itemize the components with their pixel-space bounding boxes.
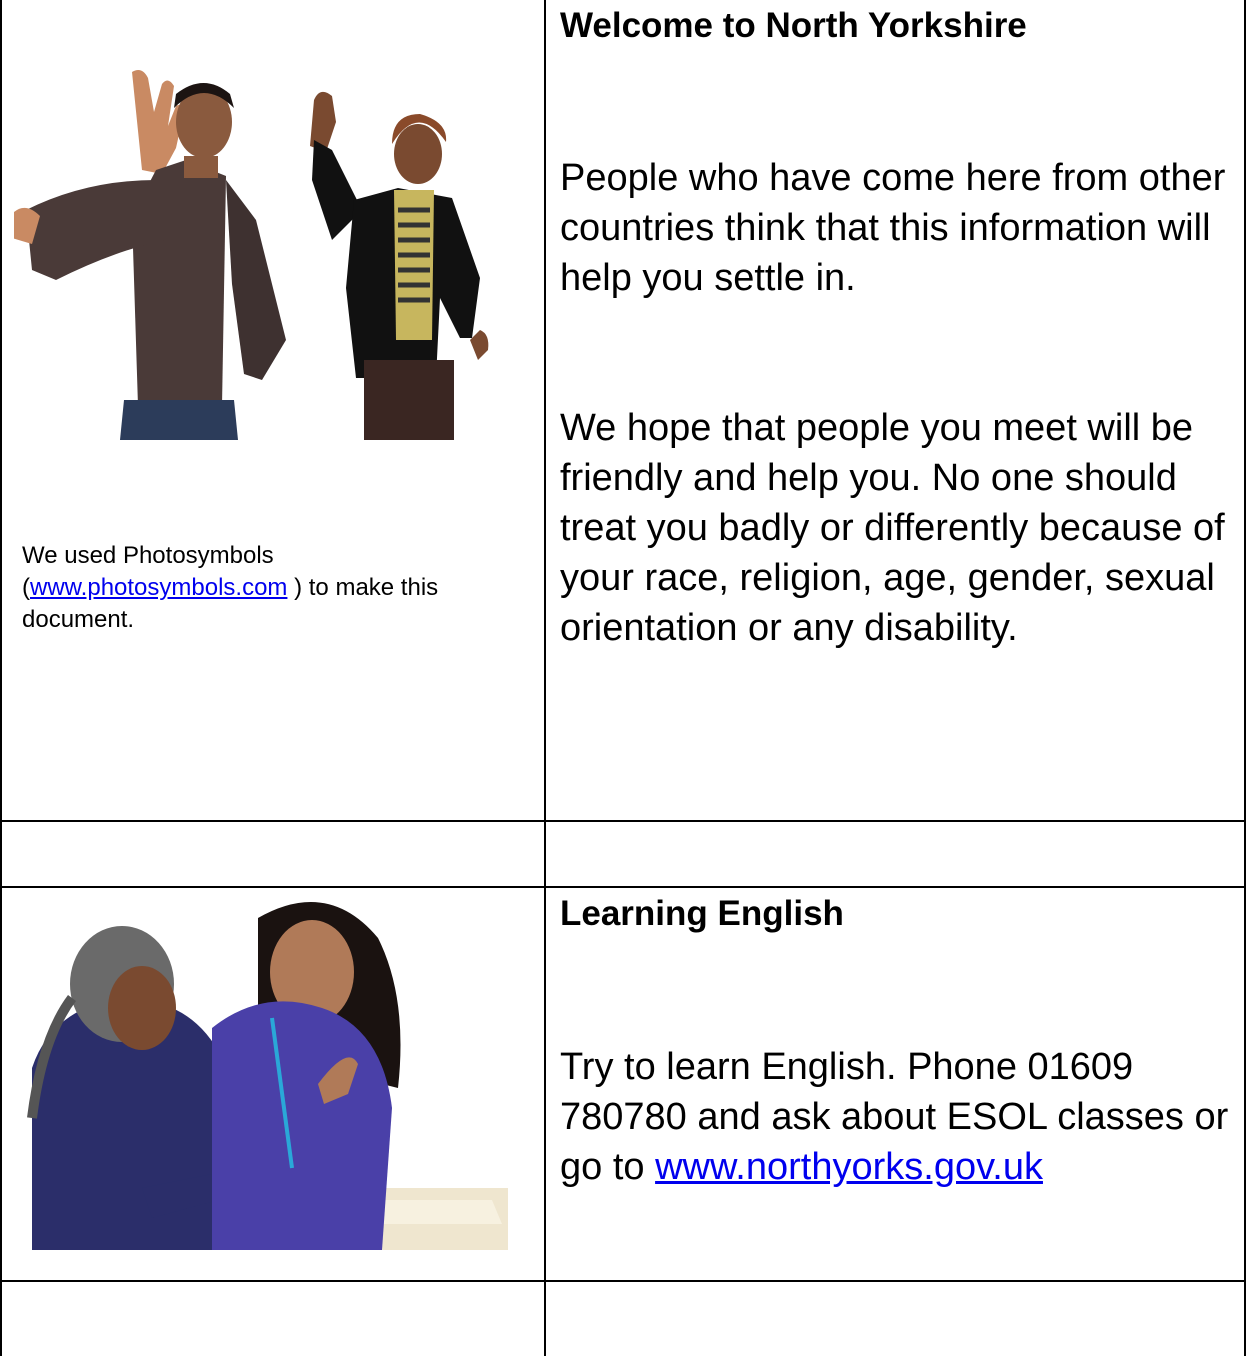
photo-people-waving (14, 60, 526, 440)
table-border-middle (544, 0, 546, 1356)
man-waving-figure (14, 70, 286, 440)
table-border-left (0, 0, 2, 1356)
people-waving-illustration (14, 70, 489, 440)
paragraph-settle-in: People who have come here from other cou… (560, 157, 1226, 299)
photosymbols-link[interactable]: www.photosymbols.com (30, 574, 287, 601)
table-border-row1-bottom (0, 820, 1246, 822)
caption-text-before: We used Photosymbols (22, 542, 274, 569)
woman-waving-figure (310, 91, 489, 440)
photosymbols-caption: We used Photosymbols (www.photosymbols.c… (22, 540, 532, 636)
younger-woman-figure (212, 902, 401, 1250)
section-heading-learning-english: Learning English (560, 894, 844, 933)
women-talking-illustration (27, 902, 508, 1250)
table-border-row3-bottom (0, 1280, 1246, 1282)
photo-women-talking (22, 888, 508, 1250)
paragraph-learn-english: Try to learn English. Phone 01609 780780… (560, 1042, 1240, 1192)
caption-open-paren: ( (22, 574, 30, 601)
section-heading-welcome: Welcome to North Yorkshire (560, 6, 1027, 45)
paragraph-friendly: We hope that people you meet will be fri… (560, 407, 1225, 649)
northyorks-link[interactable]: www.northyorks.gov.uk (655, 1146, 1043, 1188)
